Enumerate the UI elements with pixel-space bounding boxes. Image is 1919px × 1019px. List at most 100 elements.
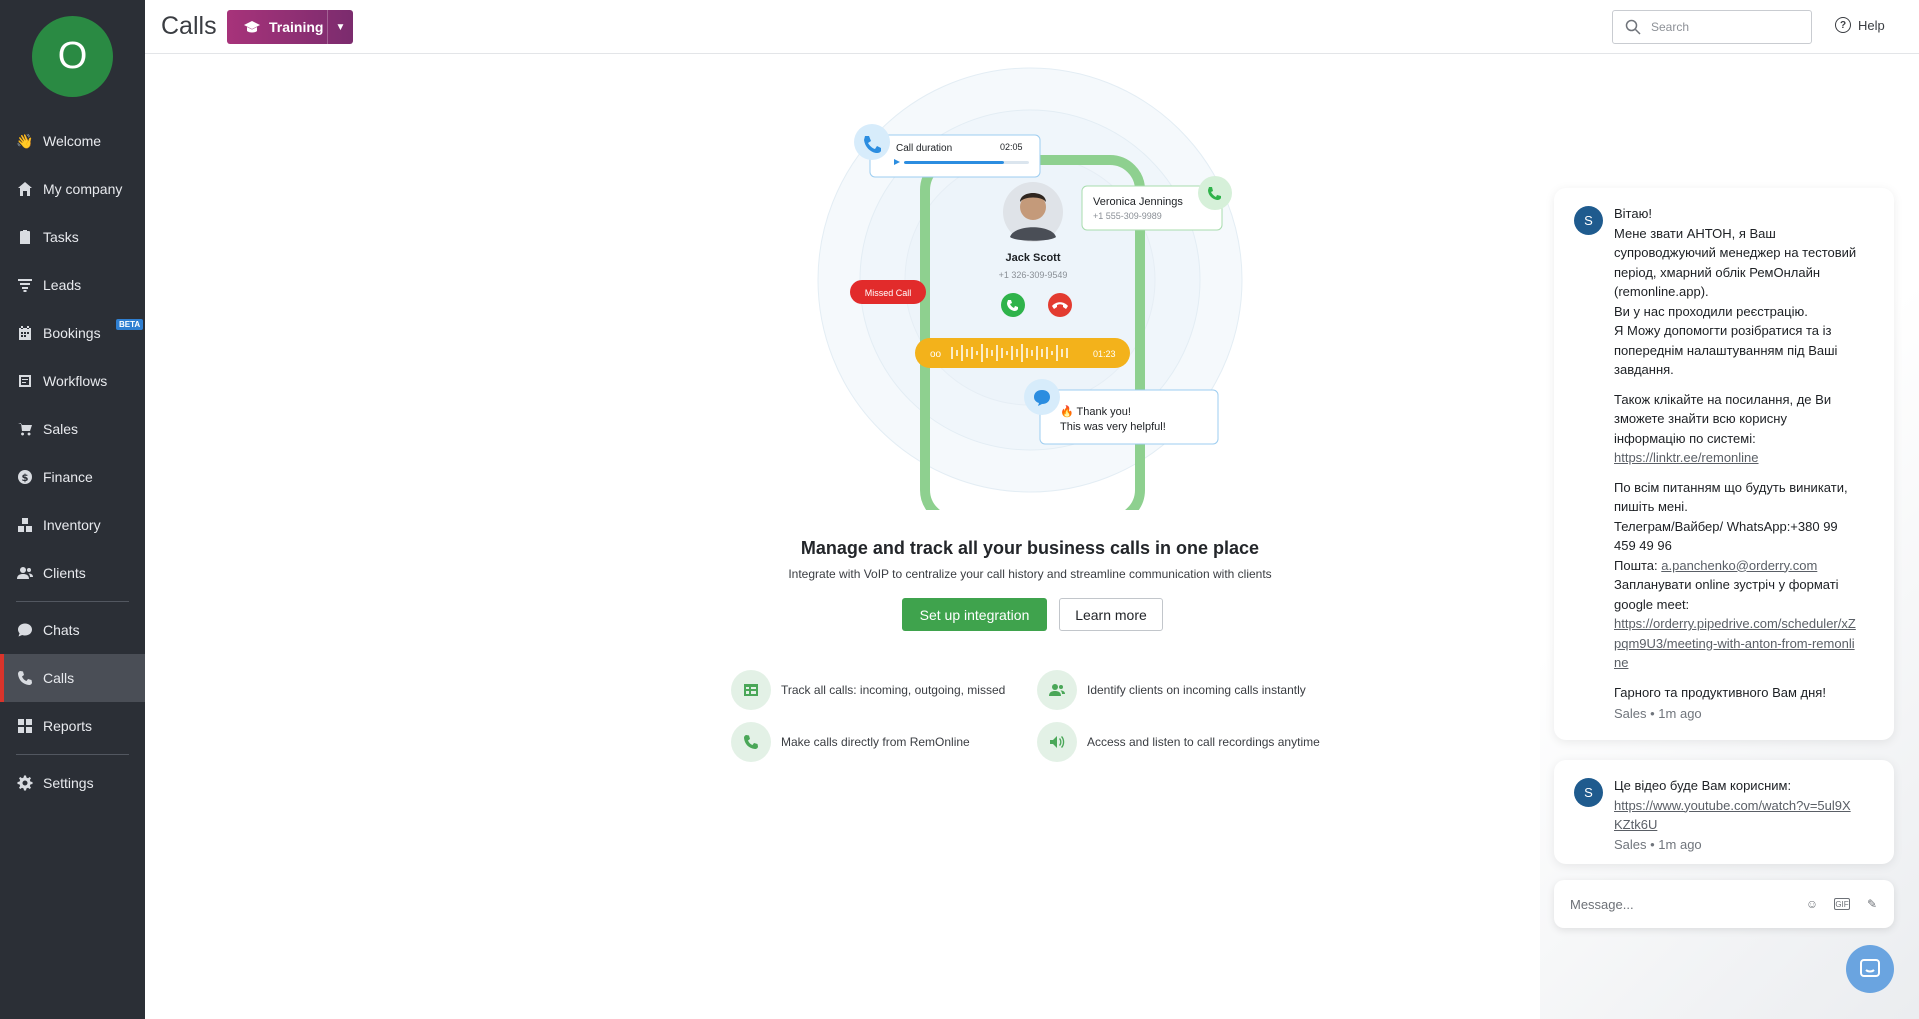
help-label: Help xyxy=(1858,17,1885,33)
help-icon: ? xyxy=(1835,17,1851,33)
second-contact-name: Veronica Jennings xyxy=(1093,196,1183,208)
calls-illustration: Call duration 02:05 Jack Scott +1 326-30… xyxy=(817,67,1243,510)
search-input[interactable]: Search xyxy=(1612,10,1812,44)
chat-message-card: S Це відео буде Вам корисним: https://ww… xyxy=(1554,760,1894,864)
chat-message-card: S Вітаю! Мене звати АНТОН, я Ваш супрово… xyxy=(1554,188,1894,740)
sidebar-item-my-company[interactable]: My company xyxy=(0,165,145,213)
message-text: Запланувати online зустріч у форматі goo… xyxy=(1614,577,1839,612)
youtube-link[interactable]: https://www.youtube.com/watch?v=5ul9XKZt… xyxy=(1614,796,1859,835)
sidebar-item-label: Finance xyxy=(43,469,93,485)
message-phone: Телеграм/Вайбер/ WhatsApp:+380 99 459 49… xyxy=(1614,518,1838,554)
chat-message-body: Вітаю! Мене звати АНТОН, я Ваш супроводж… xyxy=(1614,204,1859,724)
message-paragraph: Також клікайте на посилання, де Ви зможе… xyxy=(1614,390,1859,468)
chat-launcher-button[interactable] xyxy=(1846,945,1894,993)
second-contact-phone: +1 555-309-9989 xyxy=(1093,211,1162,221)
sidebar-item-calls[interactable]: Calls xyxy=(0,654,145,702)
message-meta: Sales • 1m ago xyxy=(1614,836,1702,852)
message-text: Також клікайте на посилання, де Ви зможе… xyxy=(1614,391,1832,446)
help-link[interactable]: ? Help xyxy=(1835,17,1885,33)
composer-actions: ☺ GIF ✎ xyxy=(1802,894,1882,914)
voicemail-time: 01:23 xyxy=(1093,349,1116,359)
sidebar-item-sales[interactable]: Sales xyxy=(0,405,145,453)
speaker-icon xyxy=(1037,722,1077,762)
sidebar-item-clients[interactable]: Clients xyxy=(0,549,145,597)
funnel-icon xyxy=(16,276,34,294)
message-line: Вітаю! xyxy=(1614,206,1652,221)
clipboard-icon xyxy=(16,228,34,246)
message-input[interactable]: Message... ☺ GIF ✎ xyxy=(1554,880,1894,928)
decline-call-icon xyxy=(1048,293,1072,317)
sidebar-item-leads[interactable]: Leads xyxy=(0,261,145,309)
message-placeholder: Message... xyxy=(1570,896,1634,912)
message-text: Гарного та продуктивного Вам дня! xyxy=(1614,684,1826,700)
search-placeholder: Search xyxy=(1651,20,1690,34)
message-paragraph: Гарного та продуктивного Вам дня! xyxy=(1614,683,1859,703)
sidebar-item-label: Sales xyxy=(43,421,79,437)
feature-text: Make calls directly from RemOnline xyxy=(781,735,970,749)
sidebar-item-tasks[interactable]: Tasks xyxy=(0,213,145,261)
emoji-icon[interactable]: ☺ xyxy=(1802,894,1822,914)
chat-icon xyxy=(1860,959,1880,977)
missed-call-label: Missed Call xyxy=(865,288,912,298)
learn-more-button[interactable]: Learn more xyxy=(1059,598,1163,631)
sidebar-item-bookings[interactable]: Bookings BETA xyxy=(0,309,145,357)
top-header: Calls Training ▼ Search ? Help xyxy=(145,0,1919,54)
sidebar-item-chats[interactable]: Chats xyxy=(0,606,145,654)
sidebar-item-label: Welcome xyxy=(43,133,102,149)
message-paragraph: По всім питанням що будуть виникати, пиш… xyxy=(1614,478,1859,673)
message-text: По всім питанням що будуть виникати, пиш… xyxy=(1614,479,1848,515)
sidebar-divider xyxy=(16,754,129,755)
email-link[interactable]: a.panchenko@orderry.com xyxy=(1661,558,1817,573)
attachment-icon[interactable]: ✎ xyxy=(1862,894,1882,914)
linktree-link[interactable]: https://linktr.ee/remonline xyxy=(1614,450,1759,465)
sidebar: O 👋 Welcome My company Tasks Leads Booki… xyxy=(0,0,145,1019)
graduation-cap-icon xyxy=(244,21,260,33)
sidebar-item-label: Reports xyxy=(43,718,93,734)
setup-integration-button[interactable]: Set up integration xyxy=(902,598,1047,631)
feature-item: Track all calls: incoming, outgoing, mis… xyxy=(731,670,1005,710)
sidebar-item-settings[interactable]: Settings xyxy=(0,759,145,807)
phone-icon xyxy=(731,722,771,762)
sender-avatar: S xyxy=(1574,778,1603,807)
second-contact-call-icon xyxy=(1198,176,1232,210)
sidebar-item-label: Tasks xyxy=(43,229,79,245)
sidebar-item-inventory[interactable]: Inventory xyxy=(0,501,145,549)
reports-icon xyxy=(16,717,34,735)
training-button[interactable]: Training ▼ xyxy=(227,10,353,44)
message-text: Це відео буде Вам корисним: xyxy=(1614,778,1792,793)
chevron-down-icon[interactable]: ▼ xyxy=(327,10,353,44)
feature-item: Identify clients on incoming calls insta… xyxy=(1037,670,1306,710)
feature-item: Make calls directly from RemOnline xyxy=(731,722,970,762)
empty-state-headline: Manage and track all your business calls… xyxy=(800,538,1260,558)
message-line: Я Можу допомогти розібратися та із попер… xyxy=(1614,323,1838,377)
sidebar-item-label: Chats xyxy=(43,622,80,638)
sidebar-item-welcome[interactable]: 👋 Welcome xyxy=(0,117,145,165)
sidebar-item-label: Workflows xyxy=(43,373,108,389)
sidebar-item-label: Inventory xyxy=(43,517,101,533)
sidebar-item-label: Bookings xyxy=(43,325,101,341)
call-progress-fill xyxy=(904,161,1004,164)
avatar-letter: O xyxy=(57,35,88,77)
users-icon xyxy=(1037,670,1077,710)
feature-text: Track all calls: incoming, outgoing, mis… xyxy=(781,683,1006,697)
feature-text: Access and listen to call recordings any… xyxy=(1087,735,1320,749)
sidebar-item-workflows[interactable]: Workflows xyxy=(0,357,145,405)
search-icon xyxy=(1625,19,1641,35)
user-avatar[interactable]: O xyxy=(32,16,113,97)
message-line: Мене звати АНТОН, я Ваш супроводжуючий м… xyxy=(1614,225,1857,300)
workflow-icon xyxy=(16,372,34,390)
phone-icon xyxy=(16,669,34,687)
chat-icon xyxy=(16,621,34,639)
table-icon xyxy=(731,670,771,710)
page-title: Calls xyxy=(161,12,217,40)
feature-item: Access and listen to call recordings any… xyxy=(1037,722,1320,762)
feature-text: Identify clients on incoming calls insta… xyxy=(1087,683,1306,697)
cart-icon xyxy=(16,420,34,438)
sidebar-item-finance[interactable]: $ Finance xyxy=(0,453,145,501)
boxes-icon xyxy=(16,516,34,534)
users-icon xyxy=(16,564,34,582)
meeting-link[interactable]: https://orderry.pipedrive.com/scheduler/… xyxy=(1614,616,1856,670)
wave-hand-icon: 👋 xyxy=(16,132,34,149)
sidebar-item-reports[interactable]: Reports xyxy=(0,702,145,750)
gif-icon[interactable]: GIF xyxy=(1834,898,1850,910)
